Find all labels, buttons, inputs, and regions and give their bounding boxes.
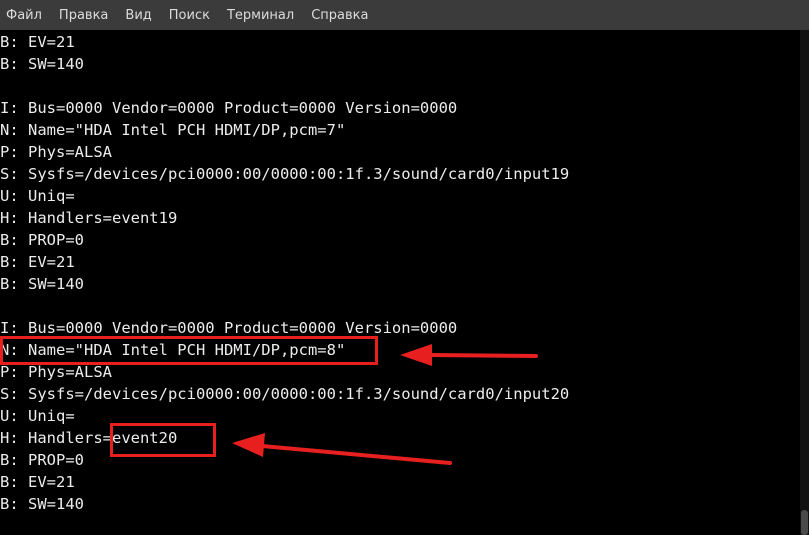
terminal-line: S: Sysfs=/devices/pci0000:00/0000:00:1f.… bbox=[0, 165, 570, 183]
terminal-line: B: PROP=0 bbox=[0, 451, 84, 469]
terminal-line: B: EV=21 bbox=[0, 473, 75, 491]
terminal-line: B: SW=140 bbox=[0, 275, 84, 293]
menu-bar: Файл Правка Вид Поиск Терминал Справка bbox=[0, 0, 809, 30]
terminal-line: H: Handlers=event20 bbox=[0, 429, 178, 447]
scrollbar-track[interactable] bbox=[800, 30, 809, 535]
terminal-line: I: Bus=0000 Vendor=0000 Product=0000 Ver… bbox=[0, 99, 458, 117]
terminal-line: B: EV=21 bbox=[0, 33, 75, 51]
menu-terminal[interactable]: Терминал bbox=[227, 8, 294, 23]
menu-search[interactable]: Поиск bbox=[169, 8, 210, 23]
terminal-line: U: Uniq= bbox=[0, 187, 75, 205]
terminal-line: P: Phys=ALSA bbox=[0, 363, 112, 381]
terminal-output[interactable]: B: EV=21 B: SW=140 I: Bus=0000 Vendor=00… bbox=[0, 30, 800, 535]
terminal-line: N: Name="HDA Intel PCH HDMI/DP,pcm=7" bbox=[0, 121, 346, 139]
terminal-line: B: PROP=0 bbox=[0, 231, 84, 249]
terminal-line: B: SW=140 bbox=[0, 495, 84, 513]
menu-file[interactable]: Файл bbox=[6, 8, 42, 23]
terminal-line: U: Uniq= bbox=[0, 407, 75, 425]
terminal-line: P: Phys=ALSA bbox=[0, 143, 112, 161]
menu-edit[interactable]: Правка bbox=[59, 8, 108, 23]
terminal-line: H: Handlers=event19 bbox=[0, 209, 178, 227]
menu-help[interactable]: Справка bbox=[311, 8, 368, 23]
terminal-line: B: EV=21 bbox=[0, 253, 75, 271]
scrollbar-thumb[interactable] bbox=[801, 510, 808, 535]
terminal-line: S: Sysfs=/devices/pci0000:00/0000:00:1f.… bbox=[0, 385, 570, 403]
menu-view[interactable]: Вид bbox=[125, 8, 151, 23]
terminal-line: N: Name="HDA Intel PCH HDMI/DP,pcm=8" bbox=[0, 341, 346, 359]
terminal-line: I: Bus=0000 Vendor=0000 Product=0000 Ver… bbox=[0, 319, 458, 337]
terminal-line: B: SW=140 bbox=[0, 55, 84, 73]
